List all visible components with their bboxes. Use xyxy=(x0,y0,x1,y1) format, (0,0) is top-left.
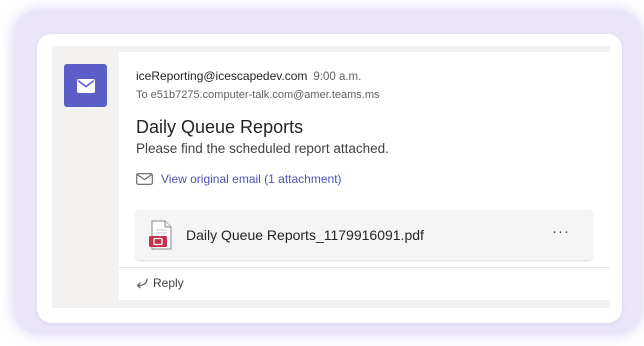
attachment-card[interactable]: Daily Queue Reports_1179916091.pdf ··· xyxy=(136,210,592,260)
reply-bar: Reply xyxy=(119,267,610,300)
attachment-file-name: Daily Queue Reports_1179916091.pdf xyxy=(186,227,424,243)
reply-label: Reply xyxy=(153,276,184,290)
timestamp: 9:00 a.m. xyxy=(313,71,362,83)
message-subject: Daily Queue Reports xyxy=(136,117,304,137)
recipient-line: To e51b7275.computer-talk.com@amer.teams… xyxy=(136,89,380,101)
message-bubble: iceReporting@icescapedev.com 9:00 a.m. To… xyxy=(119,52,610,300)
sender-avatar[interactable] xyxy=(64,64,107,107)
more-options-button[interactable]: ··· xyxy=(552,223,570,240)
reply-arrow-icon xyxy=(136,278,148,289)
pdf-file-icon xyxy=(149,220,172,250)
envelope-outline-icon xyxy=(136,173,153,185)
reply-button[interactable]: Reply xyxy=(134,276,184,290)
message-body: Please find the scheduled report attache… xyxy=(136,141,389,156)
mail-icon xyxy=(76,78,95,93)
sender-address[interactable]: iceReporting@icescapedev.com xyxy=(136,69,307,83)
view-original-email-link[interactable]: View original email (1 attachment) xyxy=(136,172,342,186)
view-original-email-label: View original email (1 attachment) xyxy=(161,172,342,186)
message-header: iceReporting@icescapedev.com 9:00 a.m. xyxy=(136,69,361,83)
